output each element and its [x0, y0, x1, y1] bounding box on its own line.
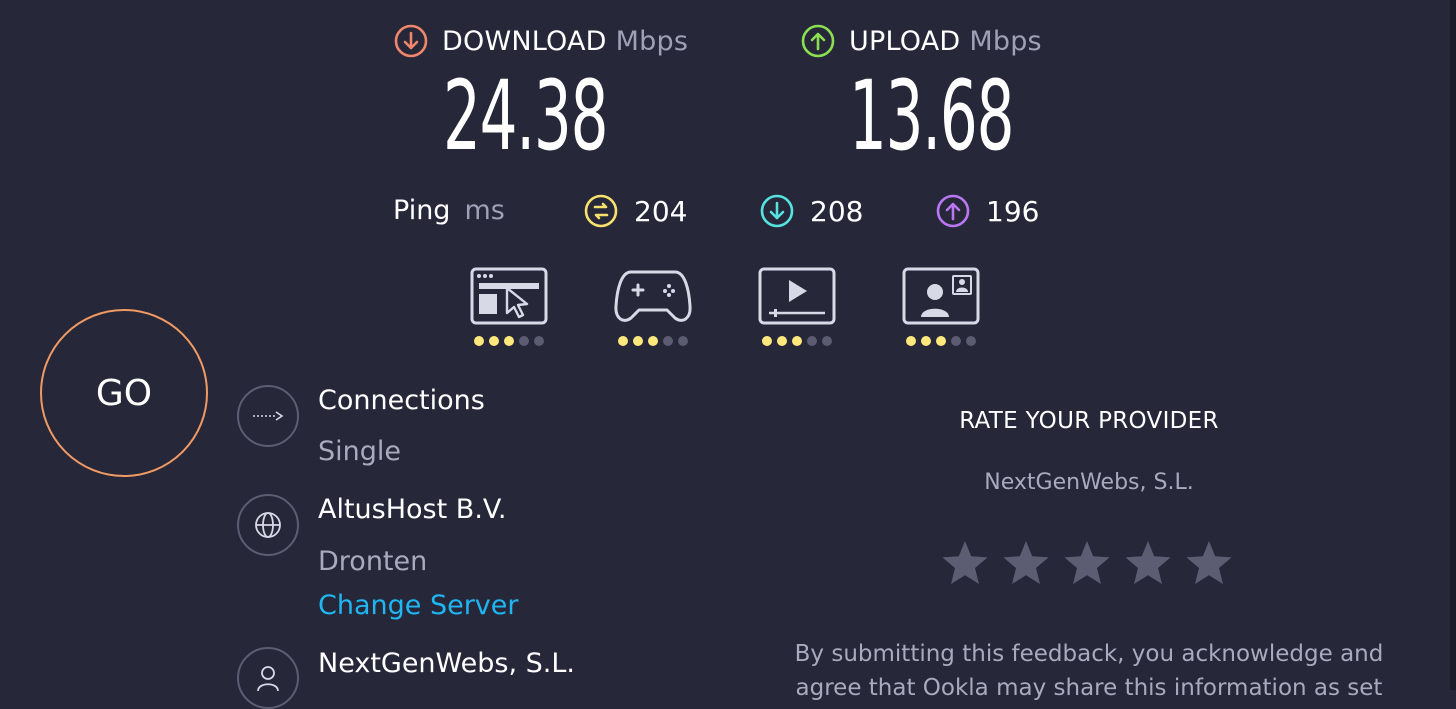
quality-video-chat[interactable] [901, 266, 981, 346]
ping-label: Ping [393, 195, 451, 226]
arrow-up-icon [936, 194, 970, 228]
ping-idle: 204 [584, 194, 687, 228]
rating-dot [474, 336, 484, 346]
star-icon[interactable] [1062, 538, 1112, 588]
ping-idle-value: 204 [634, 194, 688, 228]
ping-upload: 196 [936, 194, 1039, 228]
gaming-icon [614, 270, 692, 322]
rating-dot [966, 336, 976, 346]
feedback-consent-text: By submitting this feedback, you acknowl… [795, 637, 1384, 705]
rate-provider-title: RATE YOUR PROVIDER [959, 408, 1219, 434]
rating-dot [951, 336, 961, 346]
quality-dots [613, 336, 693, 346]
rating-dot [822, 336, 832, 346]
jitter-icon [584, 194, 618, 228]
consent-line-1: By submitting this feedback, you acknowl… [794, 641, 1384, 667]
server-name: AltusHost B.V. [318, 494, 507, 525]
consent-line-2: agree that Ookla may share this informat… [795, 675, 1383, 701]
rating-dot [921, 336, 931, 346]
download-value: 24.38 [443, 60, 608, 172]
rating-dot [936, 336, 946, 346]
arrow-down-icon [760, 194, 794, 228]
connections-value[interactable]: Single [318, 436, 401, 467]
ping-download-value: 208 [810, 194, 864, 228]
change-server-link[interactable]: Change Server [318, 590, 519, 621]
quality-gaming[interactable] [613, 266, 693, 346]
star-icon[interactable] [940, 538, 990, 588]
arrow-up-icon [801, 24, 835, 58]
rating-dot [762, 336, 772, 346]
download-label: DOWNLOAD [442, 25, 607, 57]
star-icon[interactable] [1001, 538, 1051, 588]
provider-name: NextGenWebs, S.L. [318, 648, 575, 679]
quality-dots [469, 336, 549, 346]
connections-icon-circle[interactable] [237, 385, 299, 447]
upload-label: UPLOAD [849, 25, 961, 57]
rating-dot [792, 336, 802, 346]
rating-dot [663, 336, 673, 346]
streaming-icon [758, 267, 836, 325]
go-button[interactable]: GO [40, 309, 208, 477]
rating-dot [678, 336, 688, 346]
server-icon-circle [237, 494, 299, 556]
quality-streaming[interactable] [757, 266, 837, 346]
user-icon [257, 666, 279, 692]
arrow-down-icon [394, 24, 428, 58]
server-location: Dronten [318, 546, 428, 577]
rating-dot [489, 336, 499, 346]
connections-title: Connections [318, 385, 485, 416]
star-icon[interactable] [1184, 538, 1234, 588]
ping-label-group: Ping ms [393, 195, 505, 226]
quality-dots [757, 336, 837, 346]
ping-unit: ms [464, 195, 505, 226]
rating-dot [648, 336, 658, 346]
rating-dot [534, 336, 544, 346]
single-connection-icon [253, 411, 284, 421]
window-edge [1450, 0, 1456, 690]
star-rating [940, 538, 1234, 588]
star-icon[interactable] [1123, 538, 1173, 588]
upload-header: UPLOAD Mbps [801, 24, 1042, 58]
rate-provider-name: NextGenWebs, S.L. [984, 470, 1194, 495]
quality-dots [901, 336, 981, 346]
rating-dot [777, 336, 787, 346]
provider-icon-circle [237, 647, 299, 709]
rating-dot [519, 336, 529, 346]
ping-download: 208 [760, 194, 863, 228]
rating-dot [906, 336, 916, 346]
ping-upload-value: 196 [986, 194, 1040, 228]
quality-web-browsing[interactable] [469, 266, 549, 346]
upload-value: 13.68 [849, 60, 1014, 172]
download-header: DOWNLOAD Mbps [394, 24, 688, 58]
video-chat-icon [902, 267, 980, 325]
download-unit: Mbps [615, 25, 689, 57]
rating-dot [633, 336, 643, 346]
web-browsing-icon [470, 267, 548, 325]
rating-dot [807, 336, 817, 346]
upload-unit: Mbps [969, 25, 1042, 57]
globe-icon [255, 512, 281, 538]
rating-dot [504, 336, 514, 346]
rating-dot [618, 336, 628, 346]
